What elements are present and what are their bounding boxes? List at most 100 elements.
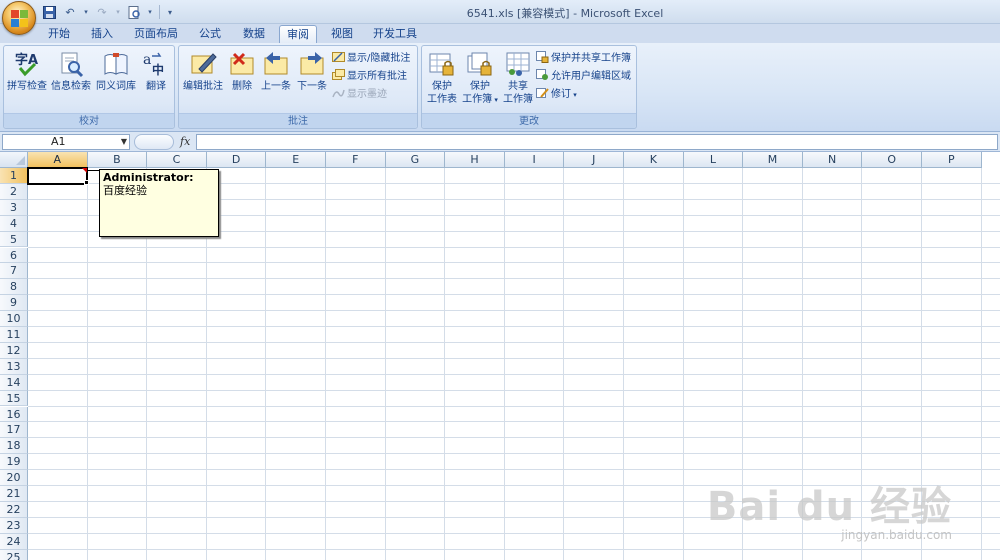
show-hide-comment-button[interactable]: 显示/隐藏批注 <box>332 51 410 67</box>
edit-comment-button[interactable]: 编辑批注 <box>181 50 225 93</box>
row-header-13[interactable]: 13 <box>0 358 28 375</box>
delete-comment-label: 删除 <box>232 81 252 92</box>
tab-developer[interactable]: 开发工具 <box>366 25 424 43</box>
column-header-k[interactable]: K <box>624 152 684 168</box>
column-header-o[interactable]: O <box>862 152 922 168</box>
translate-button[interactable]: a中 翻译 <box>140 50 172 93</box>
row-header-7[interactable]: 7 <box>0 263 28 280</box>
column-header-i[interactable]: I <box>504 152 565 168</box>
column-header-b[interactable]: B <box>87 152 148 168</box>
previous-comment-button[interactable]: 上一条 <box>259 50 293 93</box>
column-header-m[interactable]: M <box>743 152 803 168</box>
column-header-j[interactable]: J <box>564 152 624 168</box>
select-all-corner[interactable] <box>0 152 28 168</box>
tab-home[interactable]: 开始 <box>40 25 78 43</box>
protect-sheet-label-1: 保护 <box>432 81 452 92</box>
row-header-20[interactable]: 20 <box>0 470 28 486</box>
row-header-12[interactable]: 12 <box>0 342 28 359</box>
share-workbook-button[interactable]: 共享 工作簿 <box>500 50 536 106</box>
row-header-19[interactable]: 19 <box>0 454 28 471</box>
share-workbook-icon <box>504 50 532 78</box>
row-header-14[interactable]: 14 <box>0 374 28 391</box>
thesaurus-book-icon <box>102 50 130 78</box>
row-header-4[interactable]: 4 <box>0 215 28 232</box>
column-header-a[interactable]: A <box>28 152 88 168</box>
translate-label: 翻译 <box>146 81 166 92</box>
row-header-17[interactable]: 17 <box>0 422 28 439</box>
row-header-2[interactable]: 2 <box>0 183 28 200</box>
grid-row-line <box>28 421 1000 423</box>
protect-sheet-label-2: 工作表 <box>427 94 457 105</box>
row-header-23[interactable]: 23 <box>0 517 28 534</box>
spelling-label: 拼写检查 <box>7 81 47 92</box>
protect-sheet-button[interactable]: 保护 工作表 <box>424 50 460 106</box>
protect-workbook-label-2: 工作簿 <box>462 94 493 105</box>
row-header-18[interactable]: 18 <box>0 438 28 455</box>
formula-buttons[interactable] <box>134 134 174 150</box>
worksheet-grid[interactable]: A B C D E F G H I J K L M N O P 1 2 3 4 5 6 7 8 9 10 11 12 13 14 15 16 1… <box>0 152 1000 560</box>
track-changes-icon <box>536 88 549 98</box>
name-box-dropdown-icon[interactable]: ▼ <box>121 135 127 149</box>
grid-row-line <box>28 262 1000 264</box>
show-hide-comment-icon <box>332 52 345 62</box>
tab-formulas[interactable]: 公式 <box>192 25 228 43</box>
show-all-comments-label: 显示所有批注 <box>347 71 407 82</box>
row-header-21[interactable]: 21 <box>0 486 28 502</box>
tab-page-layout[interactable]: 页面布局 <box>128 25 184 43</box>
column-header-f[interactable]: F <box>326 152 386 168</box>
row-header-1[interactable]: 1 <box>0 168 28 184</box>
show-ink-label: 显示墨迹 <box>347 89 387 100</box>
thesaurus-button[interactable]: 同义词库 <box>94 50 138 93</box>
active-cell[interactable] <box>27 167 88 185</box>
name-box[interactable]: A1 ▼ <box>2 134 130 150</box>
row-header-8[interactable]: 8 <box>0 279 28 296</box>
column-header-p[interactable]: P <box>922 152 982 168</box>
row-header-25[interactable]: 25 <box>0 549 28 560</box>
delete-comment-button[interactable]: 删除 <box>227 50 257 93</box>
insert-function-icon[interactable]: fx <box>180 135 190 148</box>
tab-data[interactable]: 数据 <box>236 25 272 43</box>
tab-review[interactable]: 审阅 <box>279 25 317 43</box>
allow-users-edit-button[interactable]: 允许用户编辑区域 <box>536 69 631 85</box>
track-changes-button[interactable]: 修订 ▾ <box>536 87 577 103</box>
column-header-n[interactable]: N <box>802 152 863 168</box>
row-header-10[interactable]: 10 <box>0 311 28 327</box>
row-header-22[interactable]: 22 <box>0 501 28 518</box>
tab-view[interactable]: 视图 <box>324 25 360 43</box>
formula-bar: A1 ▼ fx <box>0 132 1000 152</box>
column-header-h[interactable]: H <box>445 152 505 168</box>
grid-row-line <box>28 278 1000 280</box>
tab-insert[interactable]: 插入 <box>84 25 120 43</box>
show-all-comments-button[interactable]: 显示所有批注 <box>332 69 407 85</box>
spelling-button[interactable]: 字A 拼写检查 <box>7 50 47 93</box>
office-button[interactable] <box>2 1 36 35</box>
grid-row-line <box>28 405 1000 407</box>
protect-workbook-icon <box>466 50 494 78</box>
svg-text:a: a <box>143 52 151 68</box>
column-header-g[interactable]: G <box>385 152 446 168</box>
column-header-d[interactable]: D <box>206 152 267 168</box>
column-header-l[interactable]: L <box>683 152 744 168</box>
protect-workbook-button[interactable]: 保护 工作簿 ▾ <box>460 50 500 107</box>
grid-row-line <box>28 500 1000 502</box>
comment-box[interactable]: Administrator: 百度经验 <box>99 169 219 237</box>
row-header-24[interactable]: 24 <box>0 533 28 550</box>
row-header-6[interactable]: 6 <box>0 247 28 264</box>
formula-input[interactable] <box>196 134 998 150</box>
protect-workbook-label-1: 保护 <box>470 81 490 92</box>
row-header-5[interactable]: 5 <box>0 231 28 248</box>
row-header-9[interactable]: 9 <box>0 295 28 312</box>
column-header-e[interactable]: E <box>266 152 326 168</box>
next-comment-button[interactable]: 下一条 <box>295 50 329 93</box>
show-ink-button[interactable]: 显示墨迹 <box>332 87 387 103</box>
fill-handle[interactable] <box>83 179 89 185</box>
comments-group: 编辑批注 删除 上一条 下一条 显示/隐藏批注 显示所有批注 显示墨迹 批注 <box>178 45 418 129</box>
row-header-3[interactable]: 3 <box>0 199 28 216</box>
protect-share-workbook-button[interactable]: 保护并共享工作簿 <box>536 51 631 67</box>
column-header-c[interactable]: C <box>147 152 207 168</box>
row-header-15[interactable]: 15 <box>0 390 28 407</box>
research-button[interactable]: 信息检索 <box>50 50 92 93</box>
row-header-16[interactable]: 16 <box>0 406 28 423</box>
previous-comment-label: 上一条 <box>261 81 291 92</box>
row-header-11[interactable]: 11 <box>0 327 28 343</box>
